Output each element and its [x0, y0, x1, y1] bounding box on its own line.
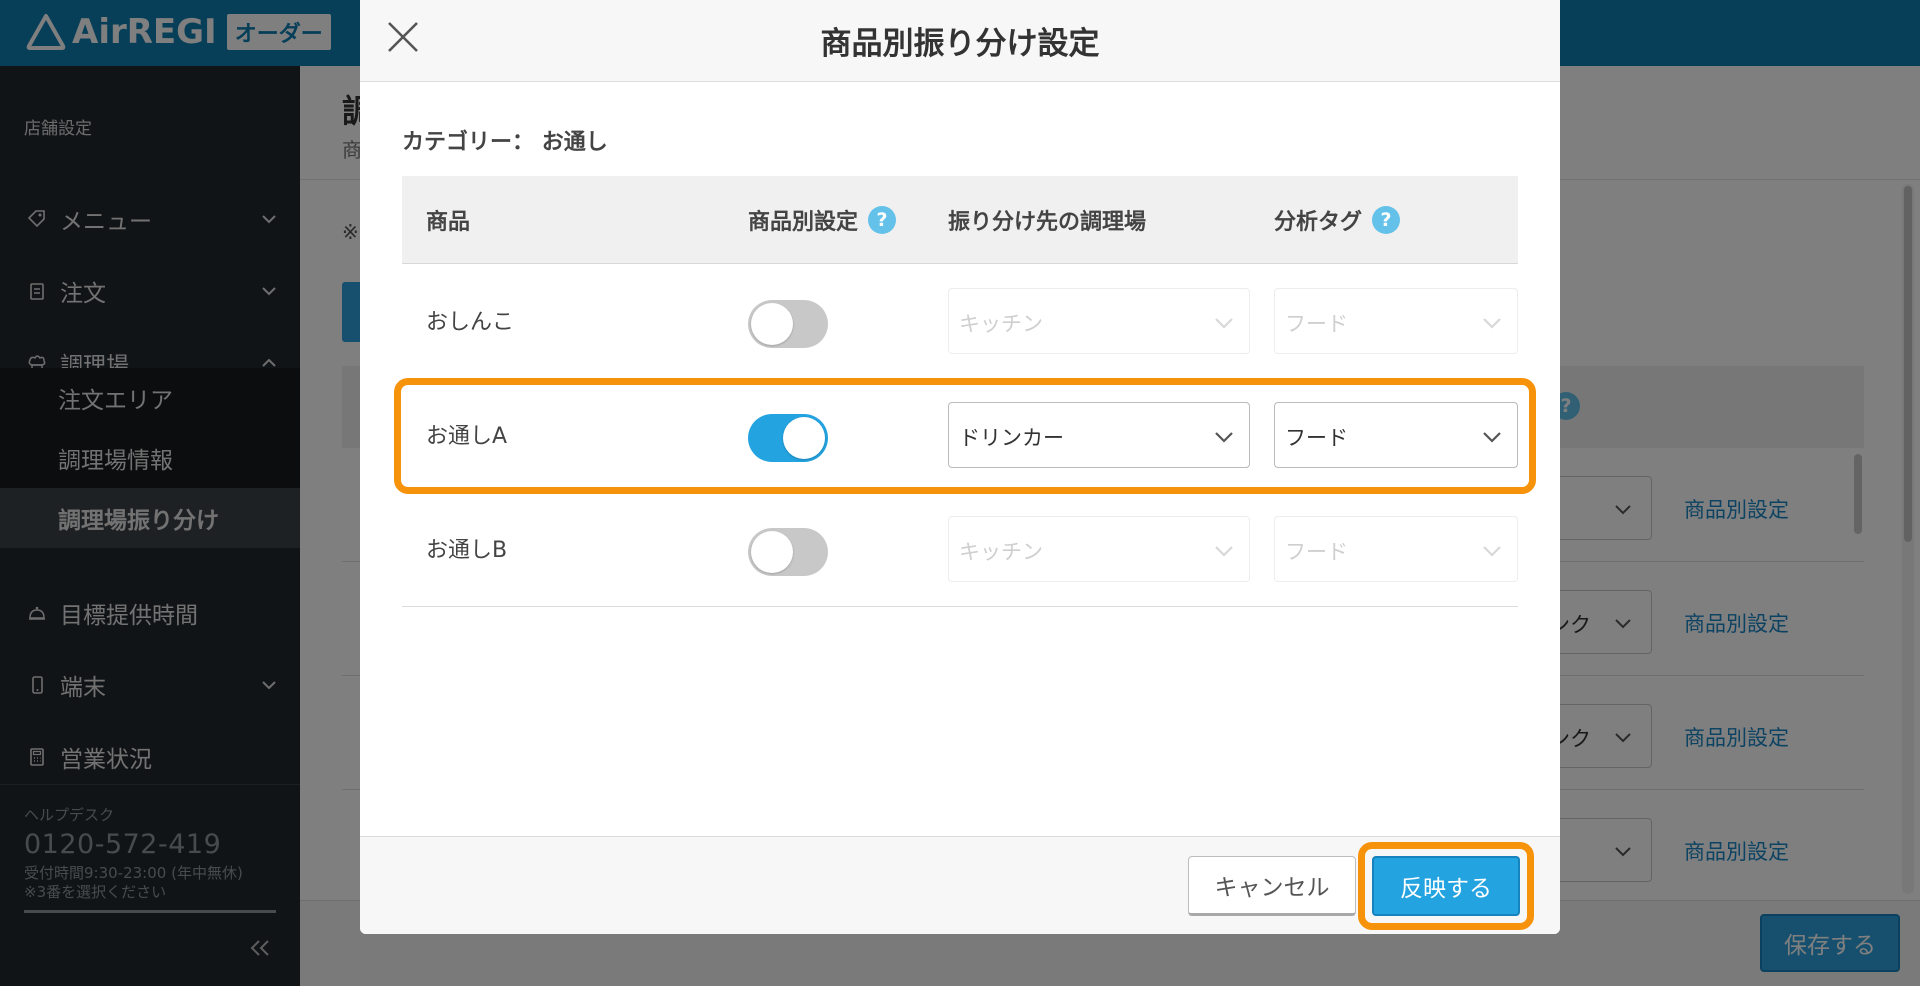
chevron-down-icon	[1483, 546, 1501, 557]
help-icon[interactable]: ?	[868, 206, 897, 234]
cancel-button[interactable]: キャンセル	[1188, 856, 1356, 916]
column-header-product: 商品	[426, 204, 470, 236]
select-value: キッチン	[959, 540, 1043, 564]
table-bottom-divider	[402, 606, 1518, 607]
toggle-knob	[751, 531, 793, 573]
category-label: カテゴリー： お通し	[402, 124, 608, 156]
category-label-text: カテゴリー：	[402, 130, 535, 155]
column-header-label: 分析タグ	[1274, 210, 1363, 235]
chevron-down-icon	[1215, 546, 1233, 557]
highlight-row-annotation	[394, 378, 1536, 494]
modal-header: 商品別振り分け設定	[360, 0, 1560, 82]
help-icon[interactable]: ?	[1372, 206, 1401, 234]
per-item-toggle[interactable]	[748, 528, 828, 576]
tag-select: フード	[1274, 288, 1518, 354]
column-header-kitchen: 振り分け先の調理場	[948, 204, 1146, 236]
column-header-label: 商品	[426, 210, 471, 235]
table-row: おしんこ キッチン フード	[402, 264, 1518, 378]
apply-button[interactable]: 反映する	[1372, 856, 1520, 916]
toggle-knob	[751, 303, 793, 345]
column-header-tag: 分析タグ ?	[1274, 204, 1401, 236]
table-header: 商品 商品別設定 ? 振り分け先の調理場 分析タグ ?	[402, 176, 1518, 264]
select-value: フード	[1285, 540, 1348, 564]
product-name: お通しB	[426, 538, 508, 563]
column-header-label: 振り分け先の調理場	[948, 210, 1147, 235]
category-value: お通し	[541, 130, 608, 155]
kitchen-select: キッチン	[948, 288, 1250, 354]
per-item-toggle[interactable]	[748, 300, 828, 348]
kitchen-select: キッチン	[948, 516, 1250, 582]
column-header-per-item: 商品別設定 ?	[748, 204, 897, 236]
column-header-label: 商品別設定	[748, 210, 859, 235]
product-name: おしんこ	[426, 310, 515, 335]
modal-title: 商品別振り分け設定	[820, 26, 1100, 62]
tag-select: フード	[1274, 516, 1518, 582]
chevron-down-icon	[1215, 318, 1233, 329]
select-value: フード	[1285, 312, 1348, 336]
chevron-down-icon	[1483, 318, 1501, 329]
table-row: お通しB キッチン フード	[402, 492, 1518, 606]
select-value: キッチン	[959, 312, 1043, 336]
